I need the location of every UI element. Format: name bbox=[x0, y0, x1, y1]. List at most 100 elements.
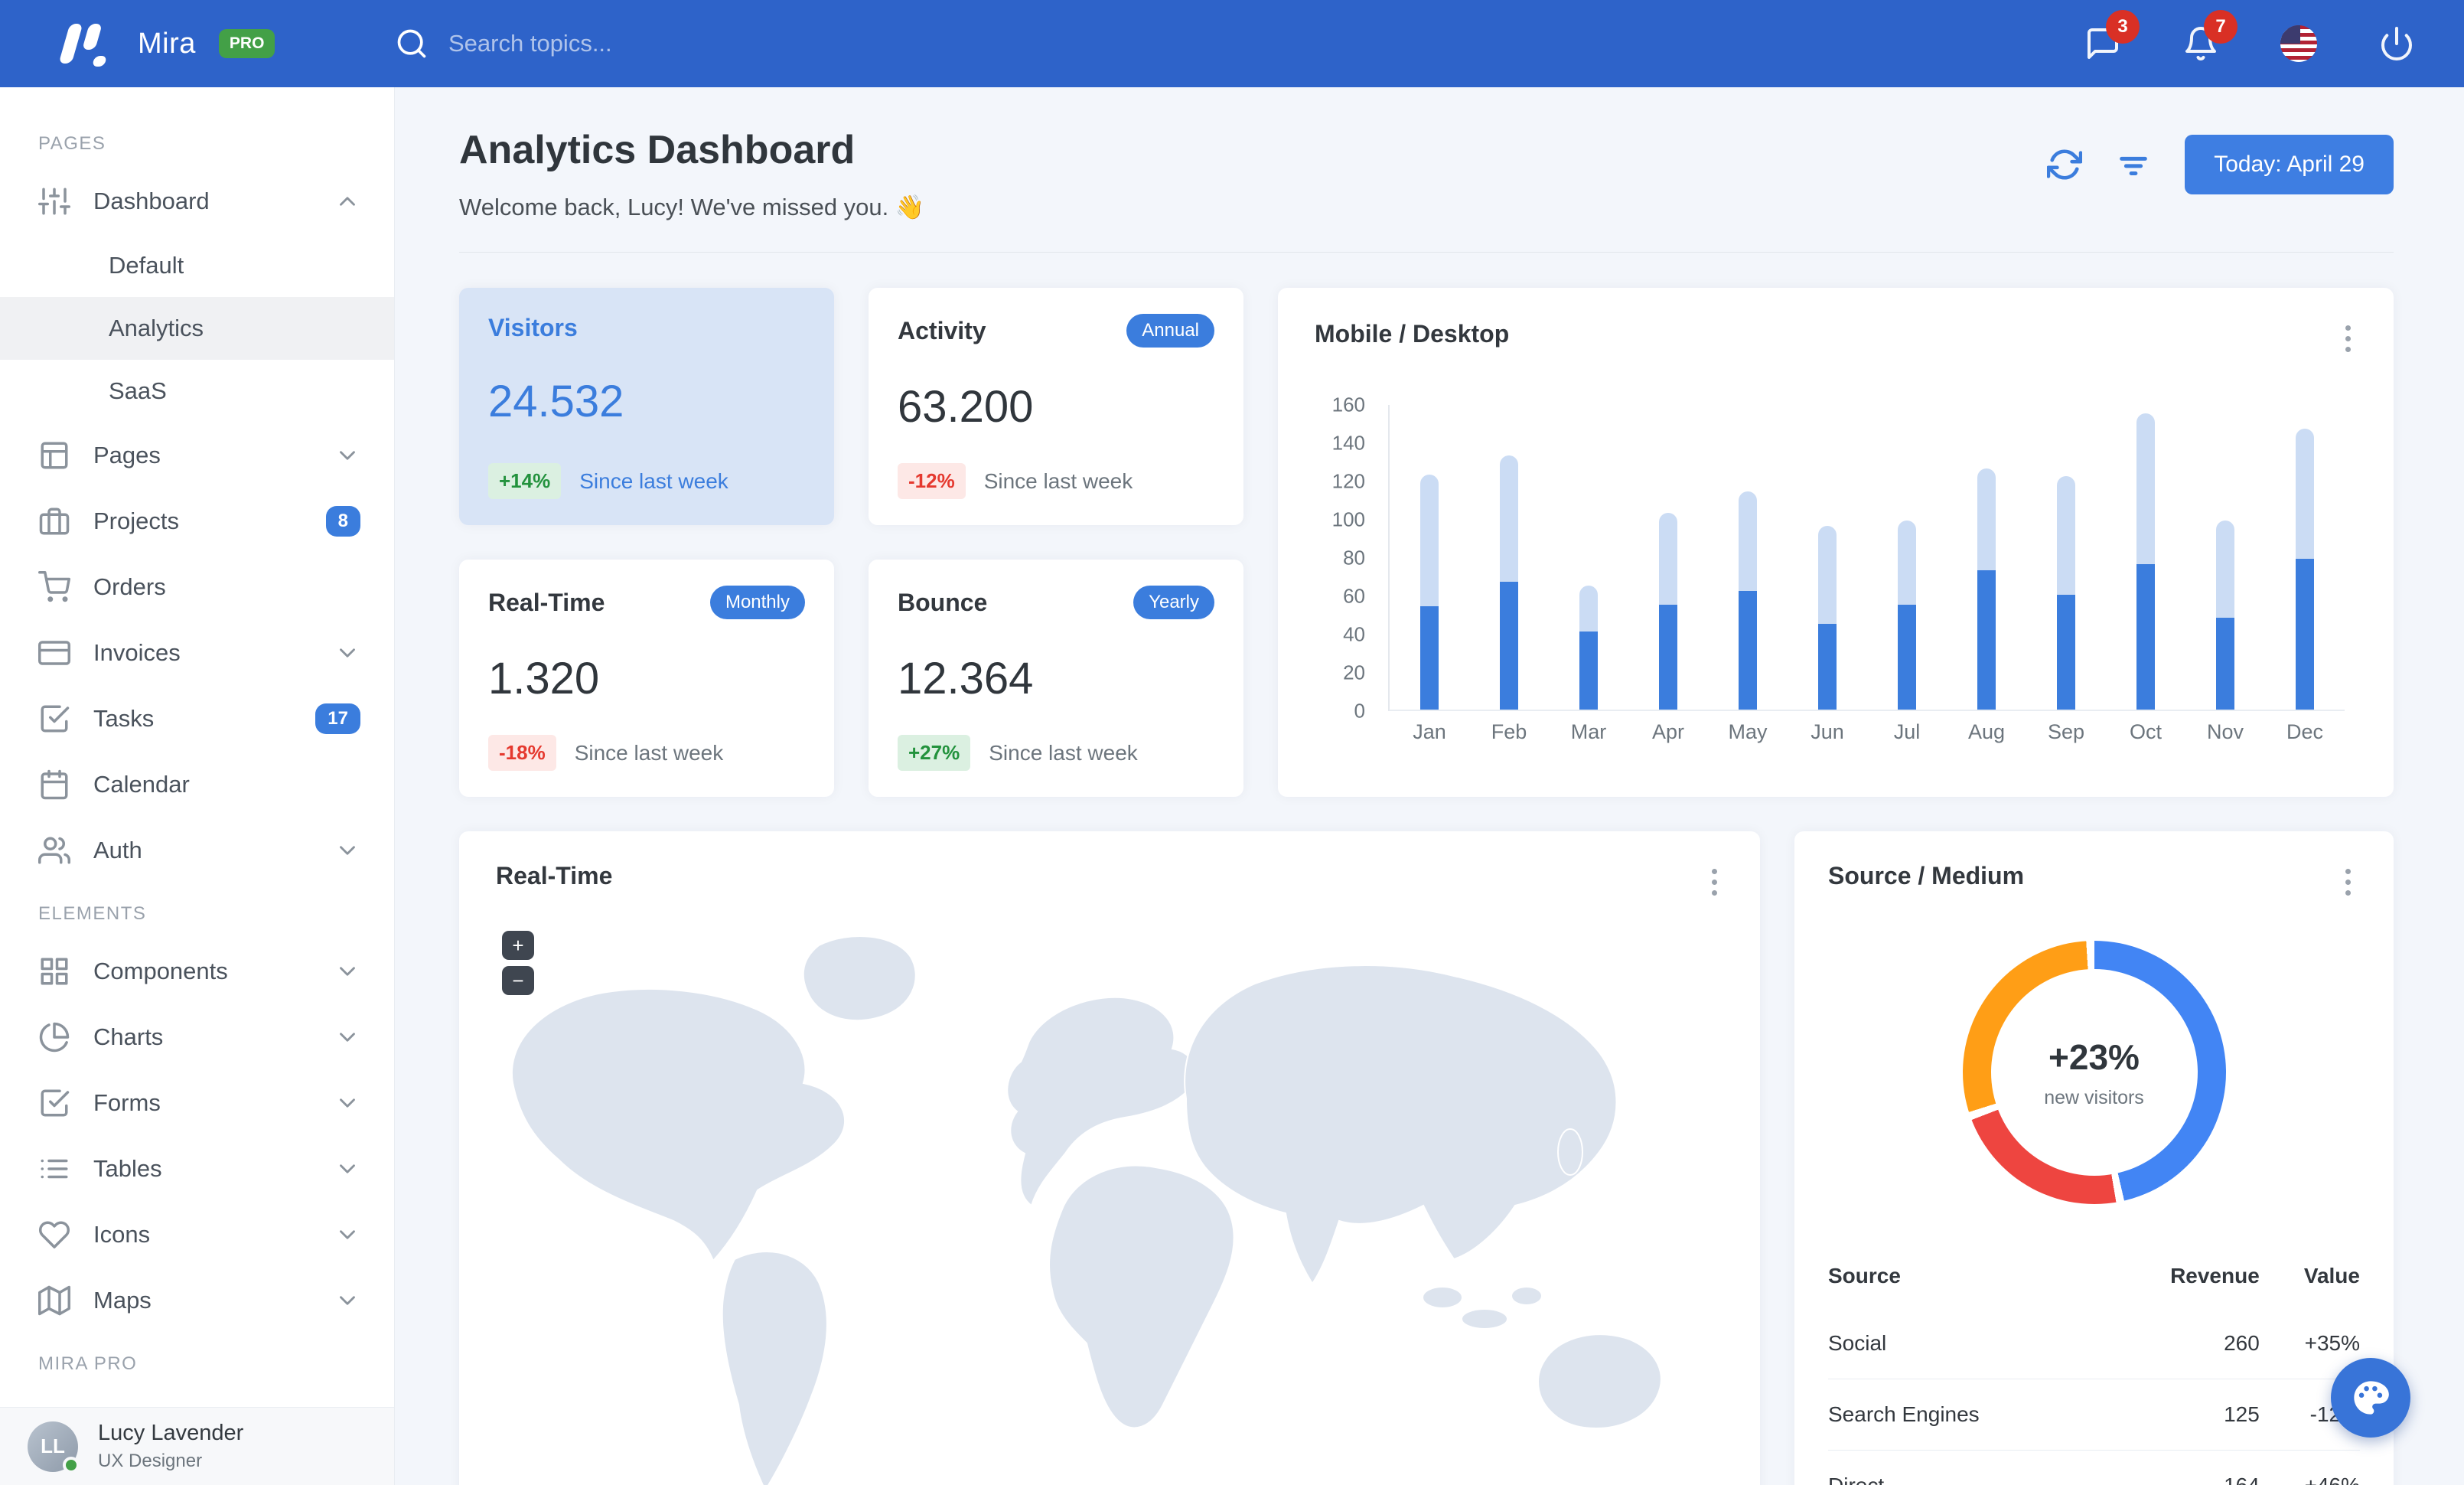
sidebar-item-invoices[interactable]: Invoices bbox=[0, 620, 394, 686]
x-tick-label: May bbox=[1728, 720, 1768, 743]
brand[interactable]: Mira PRO bbox=[54, 21, 395, 67]
x-tick-label: Nov bbox=[2207, 720, 2244, 743]
sidebar-item-dashboard[interactable]: Dashboard bbox=[0, 168, 394, 234]
map-zoom-in-button[interactable]: + bbox=[502, 931, 534, 960]
x-tick-label: Jul bbox=[1893, 720, 1921, 743]
map-menu-button[interactable] bbox=[1699, 865, 1729, 899]
stat-caption: Since last week bbox=[579, 468, 728, 493]
x-tick-label: Mar bbox=[1570, 720, 1607, 743]
chart-menu-button[interactable] bbox=[2332, 321, 2363, 355]
stat-card-realtime: Real-Time Monthly 1.320 -18% Since last … bbox=[459, 560, 834, 797]
x-tick-label: Jun bbox=[1811, 720, 1844, 743]
sidebar-item-icons[interactable]: Icons bbox=[0, 1202, 394, 1268]
sidebar-item-forms[interactable]: Forms bbox=[0, 1070, 394, 1136]
y-tick-label: 140 bbox=[1331, 431, 1365, 455]
donut-center-label: new visitors bbox=[2044, 1086, 2144, 1108]
sidebar-item-tables[interactable]: Tables bbox=[0, 1136, 394, 1202]
x-tick-label: Oct bbox=[2130, 720, 2163, 743]
sidebar-item-auth[interactable]: Auth bbox=[0, 818, 394, 883]
sidebar-nav: PAGES Dashboard Default Analytics SaaS Pages P… bbox=[0, 87, 394, 1407]
sidebar-section-label: MIRA PRO bbox=[38, 1353, 138, 1374]
bar-segment-mobile bbox=[1739, 591, 1757, 710]
x-tick-label: Apr bbox=[1651, 720, 1685, 743]
realtime-map-card: Real-Time + − bbox=[459, 831, 1760, 1485]
sidebar-item-saas[interactable]: SaaS bbox=[0, 360, 394, 423]
bar-segment-desktop bbox=[2136, 413, 2155, 564]
chevron-down-icon bbox=[334, 1156, 360, 1182]
donut-chart: +23% new visitors bbox=[1962, 941, 2226, 1204]
bar-column-mar: Mar bbox=[1571, 403, 1606, 743]
navbar-actions: 3 7 bbox=[2081, 10, 2418, 65]
user-role: UX Designer bbox=[98, 1451, 203, 1471]
messages-button[interactable]: 3 bbox=[2081, 10, 2140, 65]
sidebar-item-orders[interactable]: Orders bbox=[0, 554, 394, 620]
sidebar-item-tasks[interactable]: Tasks 17 bbox=[0, 686, 394, 752]
period-chip[interactable]: Monthly bbox=[709, 586, 805, 619]
sidebar-item-maps[interactable]: Maps bbox=[0, 1268, 394, 1333]
table-row: Social 260 +35% bbox=[1828, 1308, 2360, 1379]
continent-north-america bbox=[510, 987, 846, 1262]
sidebar-user[interactable]: LL Lucy Lavender UX Designer bbox=[0, 1407, 394, 1485]
sidebar-item-calendar[interactable]: Calendar bbox=[0, 752, 394, 818]
sidebar-item-label: Default bbox=[109, 252, 184, 279]
messages-count-badge: 3 bbox=[2106, 10, 2140, 44]
check-square-icon bbox=[38, 703, 70, 735]
date-range-button[interactable]: Today: April 29 bbox=[2185, 135, 2394, 194]
sidebar-item-charts[interactable]: Charts bbox=[0, 1004, 394, 1070]
continent-greenland bbox=[802, 935, 917, 1022]
notifications-button[interactable]: 7 bbox=[2179, 10, 2237, 65]
sidebar-item-pages[interactable]: Pages bbox=[0, 423, 394, 488]
bar-column-nov: Nov bbox=[2207, 403, 2244, 743]
calendar-icon bbox=[38, 769, 70, 801]
palette-icon bbox=[2354, 1381, 2389, 1415]
mira-logo-icon bbox=[54, 21, 115, 67]
sidebar-item-components[interactable]: Components bbox=[0, 938, 394, 1004]
search-input[interactable] bbox=[448, 30, 831, 57]
cart-icon bbox=[38, 571, 70, 603]
sidebar-item-label: Pages bbox=[93, 442, 161, 468]
chevron-down-icon bbox=[334, 1222, 360, 1248]
period-chip[interactable]: Yearly bbox=[1133, 586, 1214, 619]
bar-column-feb: Feb bbox=[1491, 403, 1527, 743]
brand-name: Mira bbox=[138, 27, 196, 60]
sidebar-item-label: Invoices bbox=[93, 639, 181, 666]
sidebar-item-default[interactable]: Default bbox=[0, 234, 394, 297]
list-icon bbox=[38, 1153, 70, 1185]
map-zoom-out-button[interactable]: − bbox=[502, 966, 534, 995]
x-tick-label: Aug bbox=[1967, 720, 2006, 743]
heart-icon bbox=[38, 1219, 70, 1251]
bar-segment-mobile bbox=[1579, 631, 1598, 710]
bar-segment-desktop bbox=[1420, 474, 1439, 606]
stat-delta: -18% bbox=[488, 735, 556, 771]
continent-south-america bbox=[721, 1251, 828, 1485]
stat-card-bounce: Bounce Yearly 12.364 +27% Since last wee… bbox=[869, 560, 1243, 797]
bar-segment-mobile bbox=[2057, 595, 2075, 710]
bar-column-dec: Dec bbox=[2286, 403, 2323, 743]
map-icon bbox=[38, 1284, 70, 1317]
language-button[interactable] bbox=[2277, 22, 2320, 65]
y-tick-label: 60 bbox=[1343, 584, 1365, 608]
filter-button[interactable] bbox=[2116, 147, 2151, 182]
sidebar-item-projects[interactable]: Projects 8 bbox=[0, 488, 394, 554]
bar-column-may: May bbox=[1729, 403, 1768, 743]
refresh-icon bbox=[2046, 149, 2083, 180]
logout-button[interactable] bbox=[2375, 22, 2418, 65]
refresh-button[interactable] bbox=[2046, 147, 2083, 182]
theme-settings-fab[interactable] bbox=[2331, 1358, 2410, 1438]
sidebar: PAGES Dashboard Default Analytics SaaS Pages P… bbox=[0, 87, 395, 1485]
stat-caption: Since last week bbox=[989, 740, 1138, 765]
source-medium-menu-button[interactable] bbox=[2332, 865, 2363, 899]
sidebar-item-analytics[interactable]: Analytics bbox=[0, 297, 394, 360]
user-name: Lucy Lavender bbox=[98, 1421, 244, 1445]
sidebar-section-label: PAGES bbox=[38, 133, 106, 154]
period-chip[interactable]: Annual bbox=[1126, 314, 1214, 348]
sidebar-item-label: Forms bbox=[93, 1089, 161, 1116]
chevron-down-icon bbox=[334, 958, 360, 984]
header-divider bbox=[459, 252, 2394, 253]
table-row: Direct164+46% bbox=[1828, 1450, 2360, 1485]
bar-segment-desktop bbox=[2216, 520, 2234, 618]
chart-title: Mobile / Desktop bbox=[1315, 320, 1510, 348]
cell-source: Social bbox=[1828, 1331, 1887, 1355]
map-title: Real-Time bbox=[496, 862, 613, 889]
us-flag-icon bbox=[2280, 25, 2317, 62]
